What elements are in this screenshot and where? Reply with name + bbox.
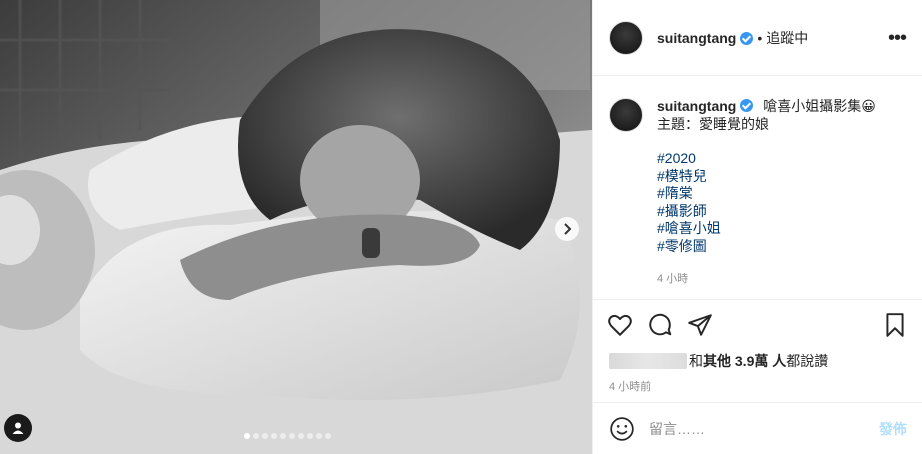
comment-icon[interactable] <box>647 312 673 338</box>
carousel-dot <box>253 433 259 439</box>
caption-subject: 主題：愛睡覺的娘 <box>657 115 769 132</box>
more-options-icon[interactable]: ••• <box>888 28 907 48</box>
following-button[interactable]: 追蹤中 <box>766 28 808 48</box>
hashtag-link[interactable]: #零修圖 <box>657 238 876 256</box>
hashtag-link[interactable]: #隋棠 <box>657 185 876 203</box>
follow-separator: • <box>757 29 763 46</box>
likes-suffix: 都說讚 <box>786 353 829 369</box>
hashtag-link[interactable]: #攝影師 <box>657 203 876 221</box>
user-tag-icon <box>12 422 24 434</box>
carousel-dot <box>325 433 331 439</box>
smiley-icon[interactable] <box>609 416 635 442</box>
carousel-dot <box>280 433 286 439</box>
heart-icon[interactable] <box>607 312 633 338</box>
post-header: suitangtang • 追蹤中 ••• <box>593 0 922 76</box>
next-slide-button[interactable] <box>555 217 579 241</box>
action-bar <box>593 300 922 350</box>
caption: suitangtang 嗆喜小姐攝影集😀 主題：愛睡覺的娘 #2020 #模特兒… <box>593 76 922 300</box>
likes-count-link[interactable]: 其他 3.9萬 人 <box>703 351 786 371</box>
verified-badge-icon <box>740 32 754 45</box>
carousel-dot <box>316 433 322 439</box>
paper-plane-icon[interactable] <box>687 312 713 338</box>
verified-badge-icon <box>740 99 754 112</box>
carousel-dot <box>307 433 313 439</box>
post-timestamp[interactable]: 4 小時前 <box>593 372 922 402</box>
tagged-users-button[interactable] <box>4 414 32 442</box>
blurred-username <box>609 353 687 369</box>
post-photo[interactable] <box>0 0 592 454</box>
comment-bar: 發佈 <box>593 402 922 454</box>
hashtag-list: #2020 #模特兒 #隋棠 #攝影師 #嗆喜小姐 #零修圖 <box>657 150 876 255</box>
carousel-dot <box>262 433 268 439</box>
chevron-right-icon <box>564 223 572 235</box>
post-side-panel: suitangtang • 追蹤中 ••• suitangtang 嗆喜小姐攝影… <box>592 0 922 454</box>
hashtag-link[interactable]: #嗆喜小姐 <box>657 220 876 238</box>
caption-title: 嗆喜小姐攝影集😀 <box>763 98 876 114</box>
carousel-indicator <box>244 433 331 439</box>
photo-image <box>0 0 592 454</box>
caption-body: suitangtang 嗆喜小姐攝影集😀 主題：愛睡覺的娘 #2020 #模特兒… <box>657 98 876 299</box>
likes-prefix: 和 <box>689 353 703 369</box>
author-username[interactable]: suitangtang <box>657 30 736 46</box>
bookmark-icon[interactable] <box>882 312 908 338</box>
carousel-dot <box>244 433 250 439</box>
hashtag-link[interactable]: #模特兒 <box>657 168 876 186</box>
avatar[interactable] <box>609 20 643 55</box>
carousel-dot <box>289 433 295 439</box>
caption-avatar[interactable] <box>609 98 643 132</box>
post-comment-button[interactable]: 發佈 <box>879 419 907 439</box>
carousel-dot <box>271 433 277 439</box>
like-summary: 和 其他 3.9萬 人 都說讚 <box>593 350 922 372</box>
carousel-dot <box>298 433 304 439</box>
comment-input[interactable] <box>649 420 879 437</box>
caption-timestamp: 4 小時 <box>657 273 689 285</box>
hashtag-link[interactable]: #2020 <box>657 150 876 168</box>
caption-username[interactable]: suitangtang <box>657 98 736 114</box>
